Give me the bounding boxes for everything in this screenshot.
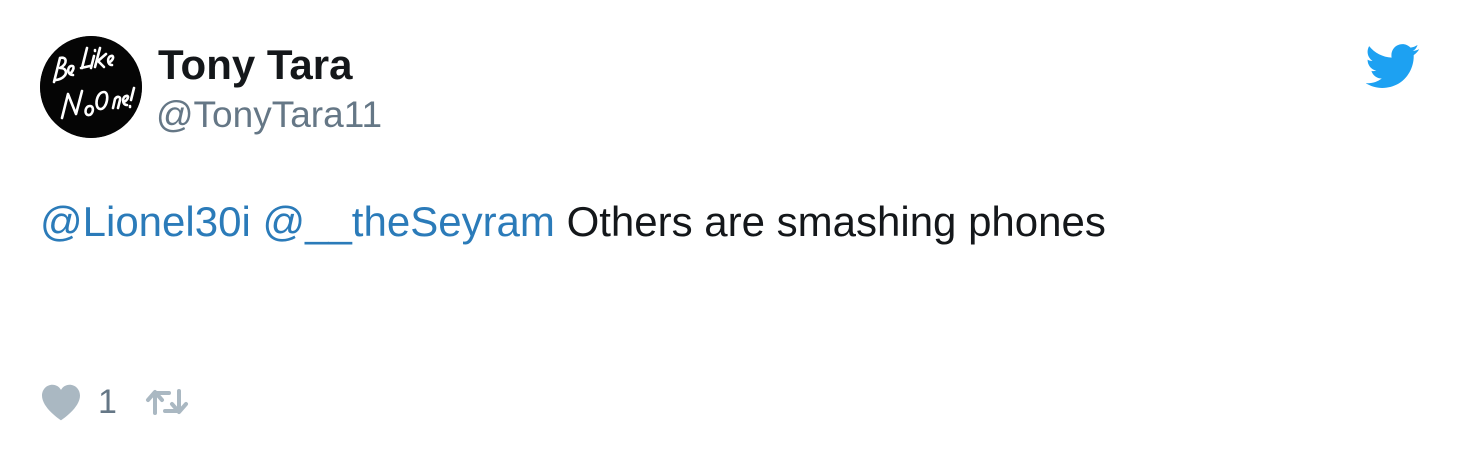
twitter-bird-icon[interactable] (1365, 44, 1420, 88)
tweet-card: Tony Tara @TonyTara11 @Lionel30i @__theS… (0, 0, 1460, 461)
avatar-image (40, 36, 142, 138)
tweet-body: Others are smashing phones (554, 198, 1106, 245)
avatar[interactable] (40, 36, 142, 138)
screen-name[interactable]: @TonyTara11 (156, 92, 382, 138)
mention-theseyram[interactable]: @__theSeyram (262, 198, 554, 245)
retweet-icon (145, 387, 189, 417)
display-name[interactable]: Tony Tara (158, 40, 352, 90)
tweet-actions: 1 (40, 378, 189, 426)
heart-icon (40, 383, 82, 421)
mention-lionel30i[interactable]: @Lionel30i (40, 198, 251, 245)
like-button[interactable]: 1 (40, 382, 117, 422)
tweet-text: @Lionel30i @__theSeyram Others are smash… (40, 196, 1106, 248)
retweet-button[interactable] (145, 387, 189, 417)
like-count: 1 (98, 383, 117, 421)
